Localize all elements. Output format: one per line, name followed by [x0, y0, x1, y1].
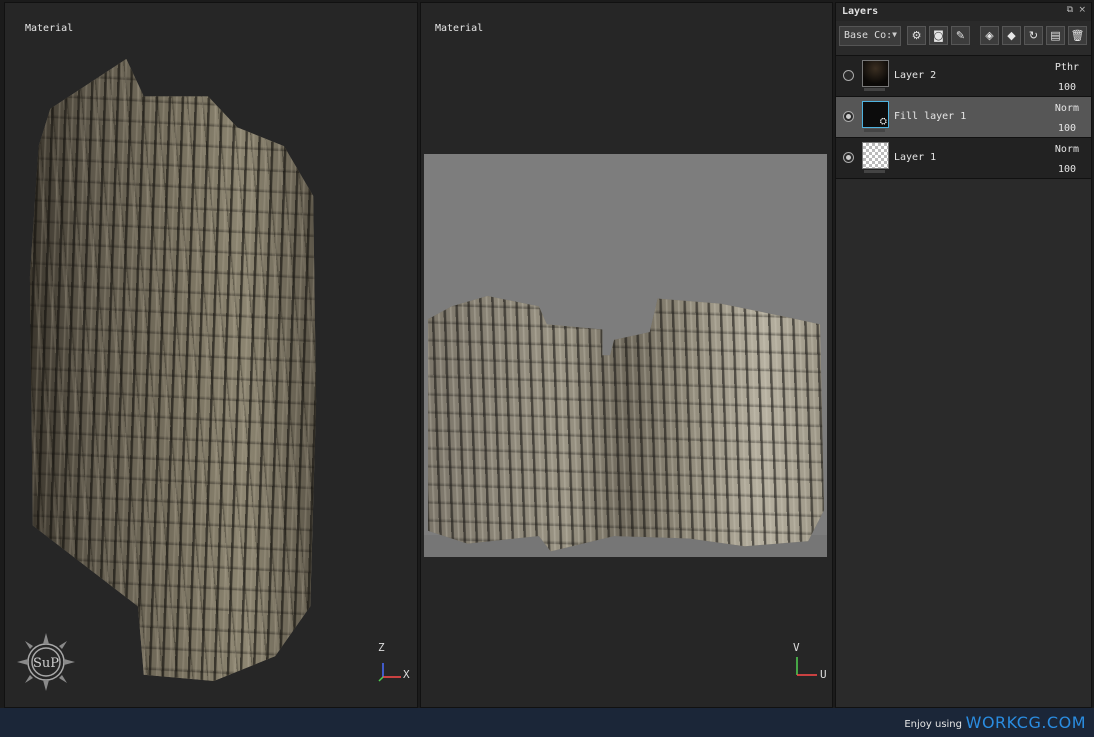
channels-icon[interactable]: ⚙	[907, 26, 926, 45]
add-folder-icon[interactable]: ▤	[1046, 26, 1065, 45]
viewport-3d-title: Material	[25, 23, 74, 34]
layer-opacity[interactable]: 100	[1058, 164, 1076, 175]
blend-mode-value: Base Co:	[844, 30, 893, 41]
layer-name: Fill layer 1	[894, 111, 967, 122]
layer-thumbnail	[862, 60, 889, 87]
compass-logo-text: SuP	[33, 656, 59, 671]
layers-panel-header: Layers ⧉ ×	[836, 3, 1091, 21]
layer-mask-bar	[864, 129, 885, 132]
add-effect-icon[interactable]: ↻	[1024, 26, 1043, 45]
layer-blend-mode[interactable]: Pthr	[1055, 62, 1079, 73]
close-panel-icon[interactable]: ×	[1078, 5, 1086, 15]
layer-row-fill-layer-1[interactable]: ⛭ Fill layer 1 Norm 100	[836, 96, 1091, 138]
layer-name: Layer 2	[894, 70, 937, 81]
visibility-toggle-icon[interactable]	[843, 152, 854, 163]
layer-thumbnail	[862, 142, 889, 169]
visibility-toggle-icon[interactable]	[843, 70, 854, 81]
status-bar: Enjoy using WORKCG.COM	[0, 708, 1094, 737]
layer-blend-mode[interactable]: Norm	[1055, 103, 1079, 114]
chevron-down-icon: ▼	[892, 30, 897, 39]
axis-u-label: U	[820, 668, 827, 681]
add-fill-icon[interactable]: ◆	[1002, 26, 1021, 45]
paint-icon[interactable]: ✎	[951, 26, 970, 45]
axis-v-label: V	[793, 641, 800, 654]
axis-z-label: Z	[378, 641, 385, 654]
layer-blend-mode[interactable]: Norm	[1055, 144, 1079, 155]
layer-opacity[interactable]: 100	[1058, 82, 1076, 93]
viewport-2d-title: Material	[435, 23, 484, 34]
layers-panel: Layers ⧉ × Base Co: ▼ ⚙ ◙ ✎ ◈ ◆ ↻ ▤ 🗑 La…	[835, 2, 1092, 708]
compass-logo-icon: SuP	[17, 633, 75, 691]
layers-toolbar: Base Co: ▼ ⚙ ◙ ✎ ◈ ◆ ↻ ▤ 🗑	[839, 25, 1088, 49]
status-text: Enjoy using	[904, 719, 962, 730]
layer-mask-bar	[864, 170, 885, 173]
mask-icon[interactable]: ◙	[929, 26, 948, 45]
viewport-2d[interactable]: Material V U	[420, 2, 833, 708]
layer-opacity[interactable]: 100	[1058, 123, 1076, 134]
uv-bark-texture	[428, 296, 824, 552]
layer-mask-bar	[864, 88, 885, 91]
brand-watermark: WORKCG.COM	[965, 713, 1086, 732]
blend-mode-select[interactable]: Base Co: ▼	[839, 26, 901, 46]
layer-name: Layer 1	[894, 152, 937, 163]
viewport-3d[interactable]: Material SuP Z X	[4, 2, 418, 708]
tree-trunk-mesh[interactable]	[29, 59, 317, 681]
axis-x-label: X	[403, 668, 410, 681]
uv-texture-canvas[interactable]	[424, 154, 827, 557]
delete-icon[interactable]: 🗑	[1068, 26, 1087, 45]
fill-bucket-icon: ⛭	[879, 117, 887, 127]
layers-panel-title: Layers	[842, 6, 879, 17]
layer-row-layer-1[interactable]: Layer 1 Norm 100	[836, 137, 1091, 179]
layer-row-layer-2[interactable]: Layer 2 Pthr 100	[836, 55, 1091, 97]
layer-thumbnail: ⛭	[862, 101, 889, 128]
float-panel-icon[interactable]: ⧉	[1067, 5, 1073, 15]
add-layer-icon[interactable]: ◈	[980, 26, 999, 45]
visibility-toggle-icon[interactable]	[843, 111, 854, 122]
